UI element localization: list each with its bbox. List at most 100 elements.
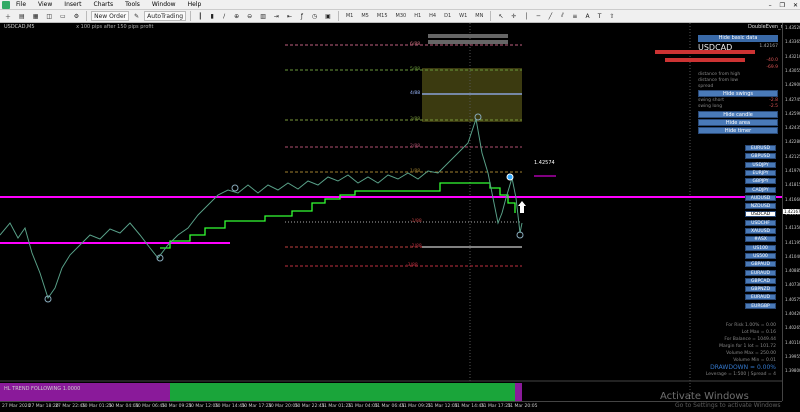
hide-swings-button[interactable]: Hide swings [698, 90, 778, 97]
fibo-label: 6/88 [410, 42, 421, 47]
price-scale-label: 1.41195 [785, 239, 800, 245]
lot-max-stat: Lot Max = 0.16 [741, 330, 776, 335]
symbol-button[interactable]: EURJPY [745, 169, 776, 176]
hide-timer-button[interactable]: Hide timer [698, 127, 778, 134]
menu-view[interactable]: View [32, 1, 58, 8]
trendline-icon[interactable]: ╱ [545, 11, 555, 21]
new-order-button[interactable]: New Order [91, 11, 130, 21]
autoscroll-icon[interactable]: ⇥ [271, 11, 282, 21]
chart-shift-icon[interactable]: ⇤ [284, 11, 295, 21]
symbol-button[interactable]: #ASX [745, 236, 776, 243]
indicator-title: HL TREND FOLLOWING 1.0000 [4, 386, 81, 392]
hide-basic-data-button[interactable]: Hide basic data [698, 35, 778, 42]
horizontal-line-icon[interactable]: ─ [533, 11, 543, 21]
hide-area-button[interactable]: Hide area [698, 119, 778, 126]
symbol-button[interactable]: USDJPY [745, 161, 776, 168]
price-scale-label: 1.43055 [785, 67, 800, 73]
vertical-line-icon[interactable]: │ [521, 11, 531, 21]
tester-icon[interactable]: ⚙ [71, 11, 82, 21]
timeframe-mn[interactable]: MN [472, 11, 486, 21]
time-axis-label: 31 Mar 17:25 [480, 404, 511, 409]
symbol-button[interactable]: USDCHF [745, 219, 776, 226]
close-icon[interactable]: ✕ [793, 2, 798, 9]
label-icon[interactable]: T [595, 11, 605, 21]
bar-chart-icon[interactable]: ┃ [195, 11, 205, 21]
histogram-bearish [515, 383, 522, 401]
periods-icon[interactable]: ◷ [309, 11, 320, 21]
menu-charts[interactable]: Charts [88, 1, 120, 8]
timeframe-m1[interactable]: M1 [343, 11, 357, 21]
symbol-button[interactable]: US100 [745, 244, 776, 251]
templates-icon[interactable]: ▣ [322, 11, 334, 21]
menu-tools[interactable]: Tools [119, 1, 146, 8]
timeframe-m15[interactable]: M15 [374, 11, 391, 21]
auto-trading-button[interactable]: AutoTrading [144, 11, 187, 21]
price-scale-label: 1.43210 [785, 53, 800, 59]
symbol-button[interactable]: EURAUD [745, 269, 776, 276]
window-controls: – ❐ ✕ [769, 0, 798, 10]
symbol-button[interactable]: EURGBP [745, 302, 776, 309]
fibonacci-icon[interactable]: ≡ [569, 11, 580, 21]
timeframe-h4[interactable]: H4 [426, 11, 439, 21]
balance-stat: For Balance = 1049.44 [724, 337, 776, 342]
terminal-icon[interactable]: ▭ [57, 11, 69, 21]
symbol-button[interactable]: USDCAD [745, 211, 776, 218]
symbol-button[interactable]: US500 [745, 252, 776, 259]
chart-subtitle: x 100 pips after 150 pips profit [76, 24, 154, 30]
symbol-button[interactable]: EURAUD [745, 294, 776, 301]
text-icon[interactable]: A [582, 11, 592, 21]
fibo-header [428, 40, 508, 44]
indicators-icon[interactable]: ƒ [297, 11, 307, 21]
minimize-icon[interactable]: – [769, 2, 772, 9]
cursor-icon[interactable]: ↖ [495, 11, 506, 21]
timeframe-m30[interactable]: M30 [393, 11, 410, 21]
line-chart-icon[interactable]: ∕ [219, 11, 229, 21]
current-price-label: 1.42167 [783, 209, 800, 214]
symbol-button[interactable]: GBPJPY [745, 178, 776, 185]
menu-window[interactable]: Window [146, 1, 182, 8]
fibo-label: 1/88 [410, 169, 421, 174]
navigator-icon[interactable]: ◫ [43, 11, 55, 21]
volume-min-stat: Volume Min = 0.01 [733, 358, 776, 363]
zoom-in-icon[interactable]: ⊕ [231, 11, 242, 21]
time-axis[interactable]: 27 Mar 2020 27 Mar 18:20 27 Mar 22:45 30 Ma… [0, 401, 782, 412]
chart-canvas[interactable] [0, 23, 782, 401]
price-scale[interactable]: 1.43520 1.43365 1.43210 1.43055 1.42900 1.427… [782, 23, 800, 401]
timeframe-h1[interactable]: H1 [411, 11, 424, 21]
channel-icon[interactable]: ⫽ [557, 11, 567, 21]
symbol-button[interactable]: GBPAUD [745, 261, 776, 268]
symbol-button[interactable]: EURUSD [745, 145, 776, 151]
symbol-button[interactable]: GBPUSD [745, 153, 776, 160]
restore-icon[interactable]: ❐ [780, 2, 785, 9]
menu-insert[interactable]: Insert [58, 1, 87, 8]
crosshair-icon[interactable]: ✛ [508, 11, 519, 21]
profiles-icon[interactable]: ▤ [16, 11, 28, 21]
timeframe-d1[interactable]: D1 [441, 11, 454, 21]
tile-windows-icon[interactable]: ▥ [257, 11, 269, 21]
market-watch-icon[interactable]: ▦ [30, 11, 42, 21]
zoom-out-icon[interactable]: ⊖ [244, 11, 255, 21]
symbol-button[interactable]: AUDUSD [745, 194, 776, 201]
time-axis-label: 30 Mar 17:25 [241, 404, 272, 409]
risk-stat: For Risk 1.00% = 0.00 [725, 323, 776, 328]
candle-chart-icon[interactable]: ▮ [207, 11, 217, 21]
toolbar-separator [490, 11, 492, 21]
time-axis-label: 31 Mar 04:05 [347, 404, 378, 409]
menu-file[interactable]: File [10, 1, 32, 8]
menu-help[interactable]: Help [182, 1, 208, 8]
fibo-zone [422, 68, 522, 122]
symbol-button[interactable]: CADJPY [745, 186, 776, 193]
symbol-button[interactable]: GBPNZD [745, 286, 776, 293]
toolbar-separator [337, 11, 339, 21]
metaeditor-icon[interactable]: ✎ [131, 11, 142, 21]
price-scale-label: 1.42590 [785, 110, 800, 116]
symbol-button[interactable]: GBPCAD [745, 277, 776, 284]
arrows-icon[interactable]: ⇧ [607, 11, 618, 21]
hide-candle-button[interactable]: Hide candle [698, 111, 778, 118]
symbol-button[interactable]: XAUUSD [745, 228, 776, 234]
price-scale-label: 1.40420 [785, 311, 800, 316]
timeframe-m5[interactable]: M5 [358, 11, 372, 21]
symbol-button[interactable]: NZDUSD [745, 203, 776, 210]
timeframe-w1[interactable]: W1 [456, 11, 470, 21]
new-chart-icon[interactable]: ＋ [2, 11, 14, 21]
